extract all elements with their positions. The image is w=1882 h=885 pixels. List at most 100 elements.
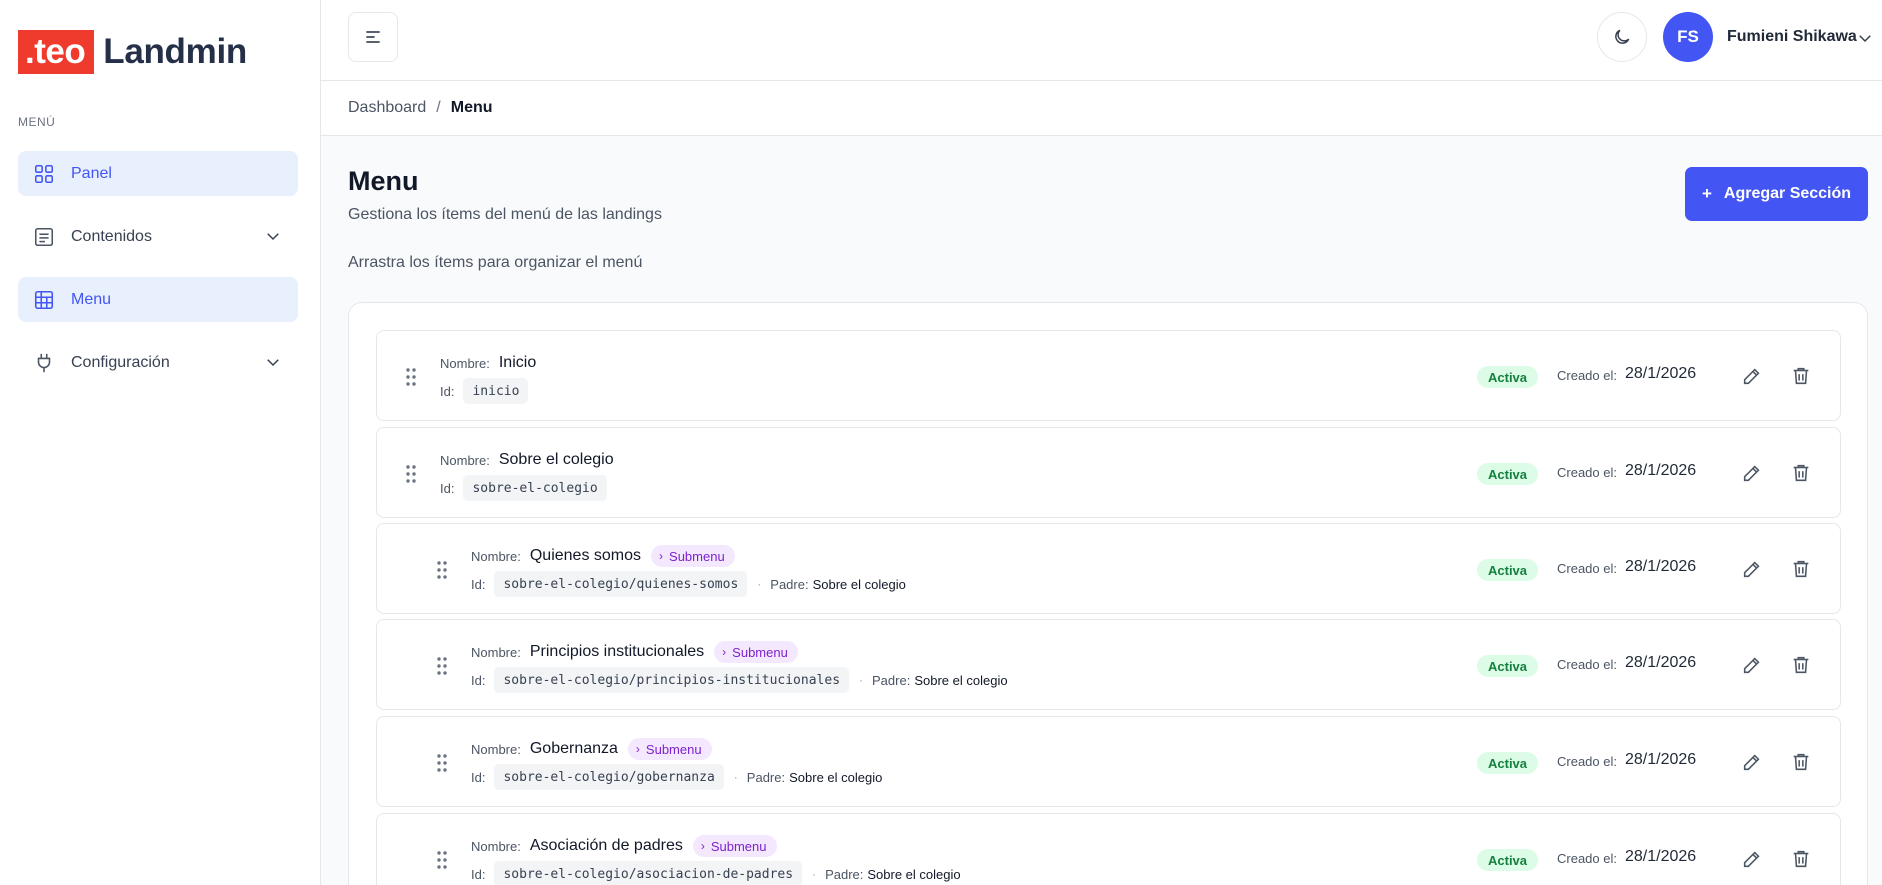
grid-icon <box>32 162 56 186</box>
sidebar-item-label: Contenidos <box>71 227 152 245</box>
name-label: Nombre: <box>471 548 521 564</box>
top-header: FS Fumieni Shikawa <box>321 0 1882 81</box>
menu-item-row[interactable]: Nombre: Quienes somos › Submenu Id: sobre-el-… <box>376 523 1841 614</box>
menu-item-id: sobre-el-colegio/principios-instituciona… <box>494 667 850 693</box>
id-label: Id: <box>440 383 455 399</box>
edit-icon[interactable] <box>1741 365 1763 387</box>
menu-item-row[interactable]: Nombre: Inicio Id: inicio Activa Creado el: 28… <box>376 330 1841 421</box>
menu-item-row[interactable]: Nombre: Principios institucionales › Submen… <box>376 619 1841 710</box>
drag-handle-icon[interactable] <box>436 753 448 773</box>
menu-item-info: Nombre: Quienes somos › Submenu Id: sobre-el-… <box>471 544 906 598</box>
edit-icon[interactable] <box>1741 751 1763 773</box>
submenu-badge: › Submenu <box>714 641 798 663</box>
menu-item-parent: Sobre el colegio <box>812 576 906 592</box>
user-name[interactable]: Fumieni Shikawa <box>1727 28 1857 46</box>
plug-icon <box>32 351 56 375</box>
document-icon <box>32 225 56 249</box>
trash-icon[interactable] <box>1790 654 1812 676</box>
drag-hint: Arrastra los ítems para organizar el men… <box>348 254 643 271</box>
drag-handle-icon[interactable] <box>405 367 417 387</box>
created-label: Creado el: <box>1557 851 1617 866</box>
menu-item-row[interactable]: Nombre: Sobre el colegio Id: sobre-el-coleg… <box>376 427 1841 518</box>
status-badge: Activa <box>1477 655 1539 677</box>
breadcrumb-dashboard[interactable]: Dashboard <box>348 99 426 117</box>
trash-icon[interactable] <box>1790 558 1812 580</box>
plus-icon: + <box>1701 184 1712 203</box>
menu-item-name: Quienes somos <box>529 547 642 564</box>
edit-icon[interactable] <box>1741 848 1763 870</box>
created-date: 28/1/2026 <box>1625 558 1697 575</box>
logo[interactable]: .teo Landmin <box>18 30 247 74</box>
trash-icon[interactable] <box>1790 751 1812 773</box>
chevron-right-icon: › <box>659 549 664 563</box>
logo-text: Landmin <box>103 32 247 71</box>
menu-item-parent: Sobre el colegio <box>867 866 961 882</box>
created-date: 28/1/2026 <box>1625 365 1697 382</box>
sidebar-section-label: MENÚ <box>18 115 56 129</box>
chevron-right-icon: › <box>700 839 705 853</box>
menu-item-id: sobre-el-colegio <box>463 475 607 501</box>
trash-icon[interactable] <box>1790 462 1812 484</box>
add-section-label: Agregar Sección <box>1723 185 1852 202</box>
created-label: Creado el: <box>1557 754 1617 769</box>
sidebar-toggle-button[interactable] <box>348 12 398 62</box>
created-label: Creado el: <box>1557 368 1617 383</box>
menu-item-row[interactable]: Nombre: Asociación de padres › Submenu Id: so… <box>376 813 1841 885</box>
status-badge: Activa <box>1477 366 1539 388</box>
submenu-badge: › Submenu <box>651 545 735 567</box>
submenu-badge: › Submenu <box>627 738 712 760</box>
submenu-label: Submenu <box>669 548 725 564</box>
menu-item-parent: Sobre el colegio <box>789 769 883 785</box>
avatar[interactable]: FS <box>1663 12 1713 62</box>
menu-item-name: Principios institucionales <box>529 643 705 660</box>
sidebar-item-label: Panel <box>71 164 112 182</box>
edit-icon[interactable] <box>1741 558 1763 580</box>
created-date: 28/1/2026 <box>1625 462 1697 479</box>
status-badge: Activa <box>1477 752 1539 774</box>
trash-icon[interactable] <box>1790 365 1812 387</box>
drag-handle-icon[interactable] <box>436 656 448 676</box>
chevron-down-icon[interactable] <box>1856 29 1874 47</box>
created-label: Creado el: <box>1557 657 1617 672</box>
sidebar-item-panel[interactable]: Panel <box>18 151 298 196</box>
edit-icon[interactable] <box>1741 654 1763 676</box>
chevron-down-icon <box>267 359 279 367</box>
created-date: 28/1/2026 <box>1625 848 1697 865</box>
breadcrumb-current: Menu <box>450 99 493 116</box>
separator-dot: · <box>733 770 738 784</box>
id-label: Id: <box>471 672 486 688</box>
created-label: Creado el: <box>1557 561 1617 576</box>
drag-handle-icon[interactable] <box>436 850 448 870</box>
sidebar-item-menu[interactable]: Menu <box>18 277 298 322</box>
trash-icon[interactable] <box>1790 848 1812 870</box>
page-subtitle: Gestiona los ítems del menú de las landi… <box>348 206 662 223</box>
drag-handle-icon[interactable] <box>436 560 448 580</box>
menu-icon <box>366 31 380 43</box>
page-title: Menu <box>348 166 419 196</box>
theme-toggle-button[interactable] <box>1597 12 1647 62</box>
id-label: Id: <box>471 866 486 882</box>
breadcrumb: Dashboard / Menu <box>321 81 1882 136</box>
name-label: Nombre: <box>471 741 521 757</box>
drag-handle-icon[interactable] <box>405 464 417 484</box>
menu-item-name: Asociación de padres <box>529 837 683 854</box>
sidebar-item-configuracion[interactable]: Configuración <box>18 340 298 385</box>
menu-item-info: Nombre: Sobre el colegio Id: sobre-el-coleg… <box>440 448 614 502</box>
menu-item-id: sobre-el-colegio/quienes-somos <box>494 571 748 597</box>
edit-icon[interactable] <box>1741 462 1763 484</box>
status-badge: Activa <box>1477 463 1539 485</box>
add-section-button[interactable]: + Agregar Sección <box>1685 167 1868 221</box>
sidebar-item-label: Configuración <box>71 353 170 371</box>
sidebar-item-contenidos[interactable]: Contenidos <box>18 214 298 259</box>
menu-item-name: Inicio <box>498 354 537 371</box>
created-label: Creado el: <box>1557 465 1617 480</box>
menu-item-info: Nombre: Gobernanza › Submenu Id: sobre-el-col… <box>471 737 882 791</box>
menu-item-info: Nombre: Inicio Id: inicio <box>440 351 536 405</box>
menu-item-row[interactable]: Nombre: Gobernanza › Submenu Id: sobre-el-col… <box>376 716 1841 807</box>
name-label: Nombre: <box>471 838 521 854</box>
created-date: 28/1/2026 <box>1625 751 1697 768</box>
table-icon <box>32 288 56 312</box>
status-badge: Activa <box>1477 849 1539 871</box>
parent-label: Padre: <box>872 672 911 688</box>
separator-dot: · <box>757 577 762 591</box>
